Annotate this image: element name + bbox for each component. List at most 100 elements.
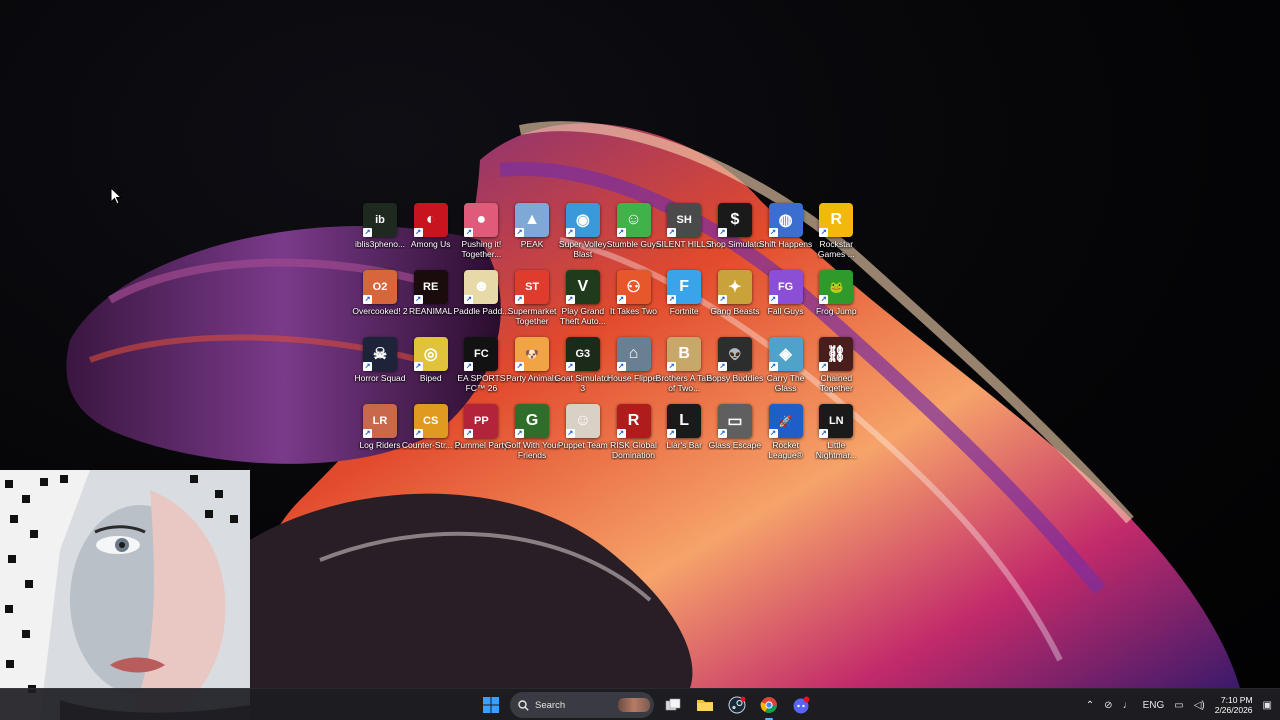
shortcut-arrow-icon: ↗ xyxy=(616,295,626,304)
chevron-up-icon[interactable]: ⌃ xyxy=(1086,700,1094,711)
chrome-button[interactable] xyxy=(756,692,782,720)
desktop-icon[interactable]: F ↗ Fortnite xyxy=(658,270,710,334)
desktop-icon-label: Rockstar Games ... xyxy=(817,239,855,259)
desktop-icon[interactable]: SH ↗ SILENT HILL 2 xyxy=(656,203,713,267)
shortcut-arrow-icon: ↗ xyxy=(616,429,626,438)
carry-glass-icon: ◈ ↗ xyxy=(768,337,803,371)
shop-simulator-icon: $ ↗ xyxy=(717,203,752,237)
volume-icon[interactable]: ◁) xyxy=(1194,700,1205,711)
shortcut-arrow-icon: ↗ xyxy=(717,429,727,438)
shortcut-arrow-icon: ↗ xyxy=(768,362,778,371)
steam-icon xyxy=(728,696,746,714)
fall-guys-icon: FG ↗ xyxy=(768,270,803,304)
steam-button[interactable] xyxy=(724,692,750,718)
shortcut-arrow-icon: ↗ xyxy=(363,362,372,371)
desktop-icon[interactable]: FC ↗ EA SPORTS FC™ 26 xyxy=(455,337,507,401)
desktop-icon[interactable]: L ↗ Liar's Bar xyxy=(658,404,710,468)
shortcut-arrow-icon: ↗ xyxy=(515,362,525,371)
desktop-icon[interactable]: B ↗ Brothers A Tale of Two... xyxy=(656,337,713,401)
desktop-icon[interactable]: ◐ ↗ Among Us xyxy=(405,203,457,267)
liars-bar-icon: L ↗ xyxy=(667,404,702,438)
file-explorer-button[interactable] xyxy=(692,692,718,718)
desktop-icon[interactable]: RE ↗ REANIMAL xyxy=(405,270,457,334)
desktop-icon[interactable]: ☺ ↗ Stumble Guys xyxy=(607,203,660,267)
desktop-icon[interactable]: 🚀 ↗ Rocket League® xyxy=(760,404,812,468)
desktop-icon[interactable]: ST ↗ Supermarket Together xyxy=(506,270,558,334)
frog-jump-icon: 🐸 ↗ xyxy=(819,270,854,304)
shortcut-arrow-icon: ↗ xyxy=(565,295,575,304)
search-icon xyxy=(518,699,529,711)
language-indicator[interactable]: ENG xyxy=(1143,700,1165,711)
desktop-icon[interactable]: ⚇ ↗ It Takes Two xyxy=(608,270,660,334)
desktop-icon[interactable]: ◎ ↗ Biped xyxy=(405,337,457,401)
start-button[interactable] xyxy=(478,692,504,718)
log-riders-icon: LR ↗ xyxy=(363,404,397,438)
desktop-icon[interactable]: $ ↗ Shop Simulator xyxy=(706,203,764,267)
counter-strike-icon: CS ↗ xyxy=(413,404,448,438)
shortcut-arrow-icon: ↗ xyxy=(565,362,575,371)
shortcut-arrow-icon: ↗ xyxy=(413,228,423,237)
desktop-icon-label: Little Nightmar... xyxy=(815,440,857,460)
party-animals-icon: 🐶 ↗ xyxy=(515,337,550,371)
desktop-icon[interactable]: R ↗ Rockstar Games ... xyxy=(810,203,862,267)
shortcut-arrow-icon: ↗ xyxy=(819,362,829,371)
desktop-icon[interactable]: ☠ ↗ Horror Squad xyxy=(354,337,406,401)
network-icon[interactable]: ▭ xyxy=(1174,700,1183,711)
desktop-icon[interactable]: LR ↗ Log Riders xyxy=(354,404,406,468)
notifications-muted-icon[interactable]: ⊘ xyxy=(1104,700,1112,711)
shortcut-arrow-icon: ↗ xyxy=(464,228,474,237)
notification-bell-icon[interactable]: ▣ xyxy=(1263,700,1272,711)
shortcut-arrow-icon: ↗ xyxy=(819,228,829,237)
task-view-button[interactable] xyxy=(660,692,686,718)
shortcut-arrow-icon: ↗ xyxy=(515,429,525,438)
golf-icon: G ↗ xyxy=(515,404,550,438)
desktop-icon[interactable]: 👽 ↗ Bopsy Buddies xyxy=(707,337,763,401)
taskbar-search-box[interactable]: Search xyxy=(510,692,654,718)
desktop-icon[interactable]: PP ↗ Pummel Party xyxy=(455,404,508,468)
desktop-icon[interactable]: ▭ ↗ Glass Escape xyxy=(709,404,761,468)
horror-squad-icon: ☠ ↗ xyxy=(363,337,397,371)
microphone-icon[interactable]: ♩ xyxy=(1123,700,1133,711)
clock-date: 2/26/2026 xyxy=(1214,705,1253,715)
desktop-icon[interactable]: ☺ ↗ Puppet Team xyxy=(557,404,609,468)
desktop-icon[interactable]: ☻ ↗ Paddle Padd... xyxy=(454,270,509,334)
clock[interactable]: 7:10 PM 2/26/2026 xyxy=(1215,695,1253,715)
shortcut-arrow-icon: ↗ xyxy=(413,429,423,438)
shortcut-arrow-icon: ↗ xyxy=(616,362,626,371)
desktop-icon[interactable]: ⛓ ↗ Chained Together xyxy=(810,337,862,401)
desktop-icon[interactable]: ◈ ↗ Carry The Glass xyxy=(760,337,812,401)
shift-happens-icon: ◍ ↗ xyxy=(768,203,803,237)
desktop-icon[interactable]: ◍ ↗ Shift Happens xyxy=(759,203,812,267)
overcooked-icon: O2 ↗ xyxy=(363,270,397,304)
desktop-icon[interactable]: G ↗ Golf With Your Friends xyxy=(505,404,559,468)
little-nightmares-icon: LN ↗ xyxy=(819,404,854,438)
desktop-icon[interactable]: ● ↗ Pushing it! Together... xyxy=(455,203,507,267)
shortcut-arrow-icon: ↗ xyxy=(819,429,829,438)
desktop-icon[interactable]: FG ↗ Fall Guys xyxy=(760,270,812,334)
desktop-icon[interactable]: R ↗ RISK Global Domination xyxy=(608,404,660,468)
ea-fc-icon: FC ↗ xyxy=(464,337,499,371)
fortnite-icon: F ↗ xyxy=(667,270,702,304)
webcam-overlay xyxy=(0,470,250,720)
desktop-icon[interactable]: O2 ↗ Overcooked! 2 xyxy=(352,270,408,334)
shortcut-arrow-icon: ↗ xyxy=(667,429,677,438)
desktop-icon[interactable]: ib ↗ iblis3pheno... xyxy=(354,203,406,267)
desktop-icon[interactable]: ▲ ↗ PEAK xyxy=(506,203,558,267)
desktop-icon[interactable]: 🐸 ↗ Frog Jump xyxy=(810,270,862,334)
desktop-icon[interactable]: ⌂ ↗ House Flipper xyxy=(607,337,660,401)
desktop-icon[interactable]: V ↗ Play Grand Theft Auto... xyxy=(557,270,609,334)
desktop-icon[interactable]: LN ↗ Little Nightmar... xyxy=(810,404,862,468)
gang-beasts-icon: ✦ ↗ xyxy=(717,270,752,304)
desktop-icon[interactable]: CS ↗ Counter-Str... 2 xyxy=(402,404,460,468)
desktop-icon[interactable]: 🐶 ↗ Party Animals xyxy=(506,337,558,401)
desktop-icon[interactable]: ✦ ↗ Gang Beasts xyxy=(709,270,761,334)
desktop-icon[interactable]: G3 ↗ Goat Simulator 3 xyxy=(554,337,611,401)
volleyball-icon: ◉ ↗ xyxy=(565,203,600,237)
desktop-icon[interactable]: ◉ ↗ Super Volley Blast xyxy=(557,203,609,267)
reanimal-icon: RE ↗ xyxy=(413,270,448,304)
shortcut-arrow-icon: ↗ xyxy=(464,362,474,371)
desktop-icon-label: Frog Jump xyxy=(815,306,857,316)
discord-button[interactable] xyxy=(788,692,814,718)
taskbar: Search ⌃ ⊘ ♩ ENG ▭ ◁) 7:10 PM 2/26/2026 … xyxy=(0,688,1280,720)
clock-time: 7:10 PM xyxy=(1220,695,1253,705)
